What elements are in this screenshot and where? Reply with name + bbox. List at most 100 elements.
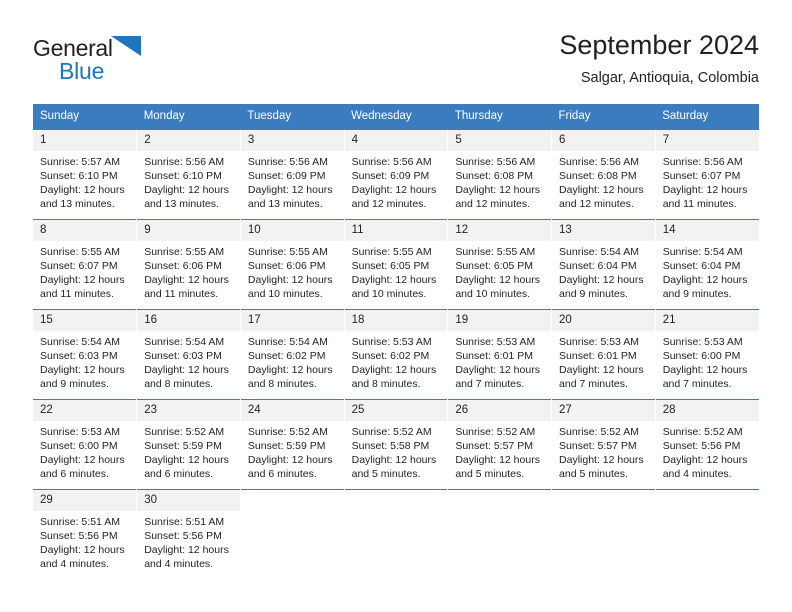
daylight-text-line1: Daylight: 12 hours xyxy=(559,274,644,286)
calendar-day-cell[interactable]: 29 Sunrise: 5:51 AM Sunset: 5:56 PM Dayligh… xyxy=(33,489,137,579)
daylight-text-line2: and 10 minutes. xyxy=(351,288,427,300)
calendar-day-cell[interactable]: 1 Sunrise: 5:57 AM Sunset: 6:10 PM Daylight… xyxy=(33,129,137,220)
calendar-day-cell[interactable]: 14 Sunrise: 5:54 AM Sunset: 6:04 PM Dayligh… xyxy=(654,219,759,310)
day-details: Sunrise: 5:56 AM Sunset: 6:09 PM Daylight:… xyxy=(345,151,448,211)
calendar-day-cell[interactable]: 16 Sunrise: 5:54 AM Sunset: 6:03 PM Dayligh… xyxy=(136,309,241,400)
daylight-text-line1: Daylight: 12 hours xyxy=(662,364,748,376)
day-cell-inner: 7 Sunrise: 5:56 AM Sunset: 6:07 PM Daylight… xyxy=(655,130,759,219)
calendar-day-cell[interactable]: 25 Sunrise: 5:52 AM Sunset: 5:58 PM Dayligh… xyxy=(343,399,448,490)
calendar-day-cell[interactable]: 2 Sunrise: 5:56 AM Sunset: 6:10 PM Daylight… xyxy=(136,129,241,220)
calendar-day-cell[interactable]: 12 Sunrise: 5:55 AM Sunset: 6:05 PM Dayligh… xyxy=(447,219,552,310)
day-number: 18 xyxy=(344,310,448,331)
day-details: Sunrise: 5:55 AM Sunset: 6:06 PM Daylight:… xyxy=(241,241,344,301)
day-cell-inner: 19 Sunrise: 5:53 AM Sunset: 6:01 PM Dayligh… xyxy=(448,310,552,399)
calendar-day-cell[interactable]: 11 Sunrise: 5:55 AM Sunset: 6:05 PM Dayligh… xyxy=(343,219,448,310)
day-cell-inner: 13 Sunrise: 5:54 AM Sunset: 6:04 PM Dayligh… xyxy=(552,220,655,309)
day-details: Sunrise: 5:55 AM Sunset: 6:05 PM Daylight:… xyxy=(345,241,448,301)
sunrise-text: Sunrise: 5:54 AM xyxy=(662,246,743,258)
calendar-day-cell[interactable]: 4 Sunrise: 5:56 AM Sunset: 6:09 PM Daylight… xyxy=(343,129,448,220)
daylight-text-line2: and 12 minutes. xyxy=(351,198,427,210)
sunrise-text: Sunrise: 5:53 AM xyxy=(455,336,536,348)
daylight-text-line2: and 6 minutes. xyxy=(247,468,317,480)
calendar-day-cell[interactable]: 20 Sunrise: 5:53 AM Sunset: 6:01 PM Dayligh… xyxy=(551,309,656,400)
daylight-text-line1: Daylight: 12 hours xyxy=(351,364,437,376)
calendar-day-cell[interactable]: 8 Sunrise: 5:55 AM Sunset: 6:07 PM Daylight… xyxy=(33,219,137,310)
daylight-text-line1: Daylight: 12 hours xyxy=(40,364,125,376)
day-details: Sunrise: 5:55 AM Sunset: 6:06 PM Daylight:… xyxy=(137,241,240,301)
calendar-day-cell[interactable]: 24 Sunrise: 5:52 AM Sunset: 5:59 PM Dayligh… xyxy=(239,399,345,490)
day-number: 24 xyxy=(240,400,344,421)
daylight-text-line2: and 13 minutes. xyxy=(144,198,219,210)
day-number xyxy=(655,490,759,511)
daylight-text-line1: Daylight: 12 hours xyxy=(144,544,229,556)
day-cell-inner: 18 Sunrise: 5:53 AM Sunset: 6:02 PM Dayligh… xyxy=(344,310,448,399)
calendar-day-cell[interactable]: 5 Sunrise: 5:56 AM Sunset: 6:08 PM Daylight… xyxy=(447,129,552,220)
day-number: 10 xyxy=(240,220,344,241)
day-cell-inner xyxy=(344,490,448,579)
calendar-day-cell[interactable]: 27 Sunrise: 5:52 AM Sunset: 5:57 PM Dayligh… xyxy=(551,399,656,490)
daylight-text-line1: Daylight: 12 hours xyxy=(247,454,333,466)
daylight-text-line1: Daylight: 12 hours xyxy=(662,454,748,466)
sunset-text: Sunset: 6:10 PM xyxy=(144,170,222,182)
day-details: Sunrise: 5:52 AM Sunset: 5:57 PM Daylight:… xyxy=(448,421,551,481)
calendar-day-cell[interactable]: 15 Sunrise: 5:54 AM Sunset: 6:03 PM Dayligh… xyxy=(33,309,137,400)
sunset-text: Sunset: 5:56 PM xyxy=(144,530,222,542)
day-number xyxy=(240,490,344,511)
calendar-day-cell[interactable]: 10 Sunrise: 5:55 AM Sunset: 6:06 PM Dayligh… xyxy=(239,219,345,310)
day-details: Sunrise: 5:54 AM Sunset: 6:03 PM Daylight:… xyxy=(33,331,136,391)
sunset-text: Sunset: 6:09 PM xyxy=(247,170,326,182)
daylight-text-line1: Daylight: 12 hours xyxy=(247,364,333,376)
sunrise-text: Sunrise: 5:56 AM xyxy=(455,156,536,168)
day-cell-inner xyxy=(552,490,655,579)
calendar-day-cell[interactable]: 19 Sunrise: 5:53 AM Sunset: 6:01 PM Dayligh… xyxy=(447,309,552,400)
calendar-day-cell[interactable]: 23 Sunrise: 5:52 AM Sunset: 5:59 PM Dayligh… xyxy=(136,399,241,490)
day-number: 15 xyxy=(33,310,137,331)
day-number: 5 xyxy=(448,130,552,151)
daylight-text-line2: and 6 minutes. xyxy=(144,468,214,480)
calendar-day-cell[interactable]: 3 Sunrise: 5:56 AM Sunset: 6:09 PM Daylight… xyxy=(239,129,345,220)
day-cell-inner: 10 Sunrise: 5:55 AM Sunset: 6:06 PM Dayligh… xyxy=(240,220,344,309)
calendar-day-cell[interactable]: 30 Sunrise: 5:51 AM Sunset: 5:56 PM Dayligh… xyxy=(136,489,241,579)
day-number: 19 xyxy=(448,310,552,331)
daylight-text-line2: and 13 minutes. xyxy=(40,198,115,210)
day-details: Sunrise: 5:56 AM Sunset: 6:08 PM Daylight:… xyxy=(448,151,551,211)
calendar-day-cell[interactable]: 21 Sunrise: 5:53 AM Sunset: 6:00 PM Dayligh… xyxy=(654,309,759,400)
sunset-text: Sunset: 5:57 PM xyxy=(559,440,637,452)
calendar-day-cell[interactable]: 28 Sunrise: 5:52 AM Sunset: 5:56 PM Dayligh… xyxy=(654,399,759,490)
day-cell-inner: 12 Sunrise: 5:55 AM Sunset: 6:05 PM Dayligh… xyxy=(448,220,552,309)
day-cell-inner: 26 Sunrise: 5:52 AM Sunset: 5:57 PM Dayligh… xyxy=(448,400,552,489)
calendar-day-cell[interactable]: 22 Sunrise: 5:53 AM Sunset: 6:00 PM Dayligh… xyxy=(33,399,137,490)
day-number: 2 xyxy=(137,130,240,151)
daylight-text-line2: and 10 minutes. xyxy=(247,288,323,300)
daylight-text-line2: and 11 minutes. xyxy=(40,288,114,300)
daylight-text-line1: Daylight: 12 hours xyxy=(559,184,644,196)
day-number: 28 xyxy=(655,400,759,421)
sunset-text: Sunset: 6:05 PM xyxy=(455,260,533,272)
day-cell-inner: 30 Sunrise: 5:51 AM Sunset: 5:56 PM Dayligh… xyxy=(137,490,240,579)
calendar-day-cell[interactable]: 13 Sunrise: 5:54 AM Sunset: 6:04 PM Dayligh… xyxy=(551,219,656,310)
general-blue-logo: General Blue xyxy=(33,36,233,84)
calendar-day-cell[interactable]: 17 Sunrise: 5:54 AM Sunset: 6:02 PM Dayligh… xyxy=(239,309,345,400)
day-cell-inner: 20 Sunrise: 5:53 AM Sunset: 6:01 PM Dayligh… xyxy=(552,310,655,399)
day-details: Sunrise: 5:53 AM Sunset: 6:01 PM Daylight:… xyxy=(552,331,655,391)
calendar-day-cell[interactable]: 9 Sunrise: 5:55 AM Sunset: 6:06 PM Daylight… xyxy=(136,219,241,310)
day-number: 6 xyxy=(552,130,655,151)
daylight-text-line1: Daylight: 12 hours xyxy=(559,454,644,466)
day-details: Sunrise: 5:52 AM Sunset: 5:59 PM Daylight:… xyxy=(241,421,344,481)
daylight-text-line1: Daylight: 12 hours xyxy=(144,454,229,466)
daylight-text-line2: and 4 minutes. xyxy=(144,558,214,570)
weekday-header-tuesday: Tuesday xyxy=(240,104,345,130)
sunset-text: Sunset: 6:03 PM xyxy=(40,350,118,362)
sunrise-text: Sunrise: 5:52 AM xyxy=(144,426,225,438)
sunrise-text: Sunrise: 5:56 AM xyxy=(351,156,432,168)
logo-triangle-icon xyxy=(110,36,143,63)
calendar-day-cell[interactable]: 26 Sunrise: 5:52 AM Sunset: 5:57 PM Dayligh… xyxy=(447,399,552,490)
calendar-day-cell[interactable]: 6 Sunrise: 5:56 AM Sunset: 6:08 PM Daylight… xyxy=(551,129,656,220)
daylight-text-line1: Daylight: 12 hours xyxy=(455,184,540,196)
page-title: September 2024 xyxy=(559,30,759,60)
calendar-week-row: 8 Sunrise: 5:55 AM Sunset: 6:07 PM Daylight… xyxy=(33,219,759,310)
calendar-day-cell[interactable]: 18 Sunrise: 5:53 AM Sunset: 6:02 PM Dayligh… xyxy=(343,309,448,400)
daylight-text-line1: Daylight: 12 hours xyxy=(247,184,333,196)
day-details: Sunrise: 5:53 AM Sunset: 6:02 PM Daylight:… xyxy=(345,331,448,391)
calendar-day-cell[interactable]: 7 Sunrise: 5:56 AM Sunset: 6:07 PM Daylight… xyxy=(654,129,759,220)
